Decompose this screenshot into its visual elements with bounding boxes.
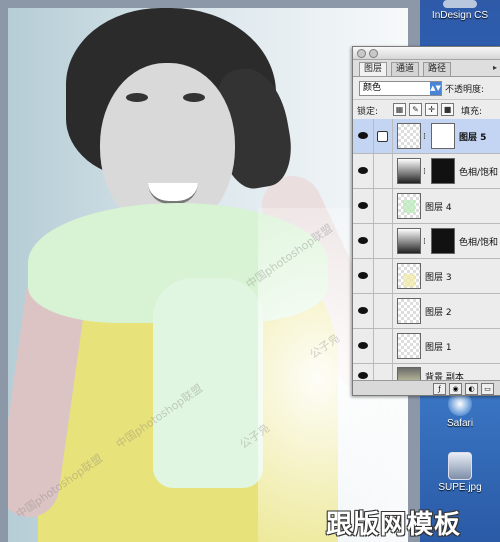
layer-name: 图层 4	[425, 203, 452, 213]
tab-paths[interactable]: 路径	[423, 62, 452, 76]
eye-icon	[358, 307, 368, 314]
link-toggle[interactable]	[374, 224, 393, 258]
link-toggle[interactable]	[374, 329, 393, 363]
layer-thumbnail	[397, 263, 421, 289]
layer-row[interactable]: 图层 3	[353, 259, 500, 294]
lock-transparency-icon[interactable]: ▦	[393, 103, 406, 116]
layers-list: ⁞ 图层 5 ⁞ 色相/饱和 图层 4 ⁞ 色相/饱和 图层 3 图层 2 图层…	[353, 119, 500, 387]
indesign-glyph	[443, 0, 477, 8]
opacity-label: 不透明度:	[445, 85, 485, 95]
palette-titlebar[interactable]	[353, 47, 500, 60]
layer-thumbnail	[397, 193, 421, 219]
blend-row: 颜色 ▲▼ 不透明度:	[353, 79, 500, 97]
layer-row[interactable]: ⁞ 色相/饱和	[353, 224, 500, 259]
layer-style-icon[interactable]: ƒ	[433, 383, 446, 395]
blend-mode-value: 颜色	[363, 83, 382, 93]
mask-thumbnail	[431, 123, 455, 149]
layer-row[interactable]: ⁞ 图层 5	[353, 119, 500, 154]
visibility-toggle[interactable]	[353, 119, 374, 153]
adjustment-thumbnail	[397, 158, 421, 184]
visibility-toggle[interactable]	[353, 224, 374, 258]
layer-thumbnail	[397, 333, 421, 359]
lock-row: 锁定: ▦ ✎ ✛ ■ 填充:	[353, 99, 500, 118]
eye-icon	[358, 342, 368, 349]
lock-move-icon[interactable]: ✛	[425, 103, 438, 116]
adjustment-layer-icon[interactable]: ◐	[465, 383, 478, 395]
mask-mode-icon	[377, 131, 388, 142]
chain-icon[interactable]: ⁞	[423, 132, 426, 142]
layer-name: 图层 2	[425, 308, 452, 318]
indesign-label: InDesign CS	[431, 10, 489, 21]
tab-channels[interactable]: 通道	[391, 62, 420, 76]
new-group-icon[interactable]: ▭	[481, 383, 494, 395]
jpg-file-icon[interactable]: SUPE.jpg	[420, 452, 500, 493]
layer-thumbnail	[397, 298, 421, 324]
safari-app-icon[interactable]: Safari	[420, 392, 500, 429]
blend-mode-select[interactable]: 颜色 ▲▼	[359, 81, 442, 96]
layer-row[interactable]: 图层 1	[353, 329, 500, 364]
visibility-toggle[interactable]	[353, 154, 374, 188]
palette-menu-icon[interactable]: ▸	[493, 63, 497, 72]
visibility-toggle[interactable]	[353, 329, 374, 363]
palette-bottom-bar: ƒ ◉ ◐ ▭	[353, 380, 500, 395]
photo-sweater-knot	[153, 278, 263, 488]
layer-row[interactable]: 图层 2	[353, 294, 500, 329]
layer-row[interactable]: 图层 4	[353, 189, 500, 224]
adjustment-thumbnail	[397, 228, 421, 254]
layers-palette[interactable]: 图层 通道 路径 ▸ 颜色 ▲▼ 不透明度: 锁定: ▦ ✎ ✛ ■ 填充: ⁞…	[352, 46, 500, 396]
canvas-photo[interactable]: 中国photoshop联盟 公子凫 中国photoshop联盟 公子凫 中国ph…	[8, 8, 408, 542]
eye-icon	[358, 237, 368, 244]
brand-watermark: 跟版网模板	[326, 510, 462, 540]
layer-row[interactable]: ⁞ 色相/饱和	[353, 154, 500, 189]
file-document-icon	[448, 452, 472, 480]
eye-icon	[358, 167, 368, 174]
visibility-toggle[interactable]	[353, 259, 374, 293]
link-toggle[interactable]	[374, 294, 393, 328]
indesign-app-icon[interactable]: InDesign CS	[420, 0, 500, 21]
photo-eye-left	[126, 93, 148, 102]
close-icon[interactable]	[357, 49, 366, 58]
chain-icon[interactable]: ⁞	[423, 237, 426, 247]
eye-icon	[358, 202, 368, 209]
link-toggle[interactable]	[374, 154, 393, 188]
thumbnail-tint	[403, 274, 415, 287]
mask-thumbnail	[431, 158, 455, 184]
visibility-toggle[interactable]	[353, 294, 374, 328]
eye-icon	[358, 372, 368, 379]
link-toggle[interactable]	[374, 259, 393, 293]
layer-name: 图层 3	[425, 273, 452, 283]
palette-tabs: 图层 通道 路径 ▸	[353, 60, 500, 77]
link-toggle[interactable]	[374, 119, 393, 153]
mask-thumbnail	[431, 228, 455, 254]
photo-eye-right	[183, 93, 205, 102]
chevron-down-icon: ▲▼	[430, 82, 441, 95]
chain-icon[interactable]: ⁞	[423, 167, 426, 177]
lock-label: 锁定:	[357, 107, 379, 117]
add-mask-icon[interactable]: ◉	[449, 383, 462, 395]
safari-label: Safari	[446, 418, 474, 429]
fill-label: 填充:	[461, 107, 483, 117]
layer-thumbnail	[397, 123, 421, 149]
layer-name: 图层 1	[425, 343, 452, 353]
link-toggle[interactable]	[374, 189, 393, 223]
tab-layers[interactable]: 图层	[359, 62, 388, 76]
lock-brush-icon[interactable]: ✎	[409, 103, 422, 116]
layer-name: 图层 5	[459, 133, 487, 143]
layer-name: 色相/饱和	[459, 238, 499, 248]
eye-icon	[358, 132, 368, 139]
layer-name: 色相/饱和	[459, 168, 499, 178]
lock-all-icon[interactable]: ■	[441, 103, 454, 116]
visibility-toggle[interactable]	[353, 189, 374, 223]
eye-icon	[358, 272, 368, 279]
minimize-icon[interactable]	[369, 49, 378, 58]
thumbnail-tint	[403, 200, 415, 213]
jpg-file-label: SUPE.jpg	[438, 482, 482, 493]
